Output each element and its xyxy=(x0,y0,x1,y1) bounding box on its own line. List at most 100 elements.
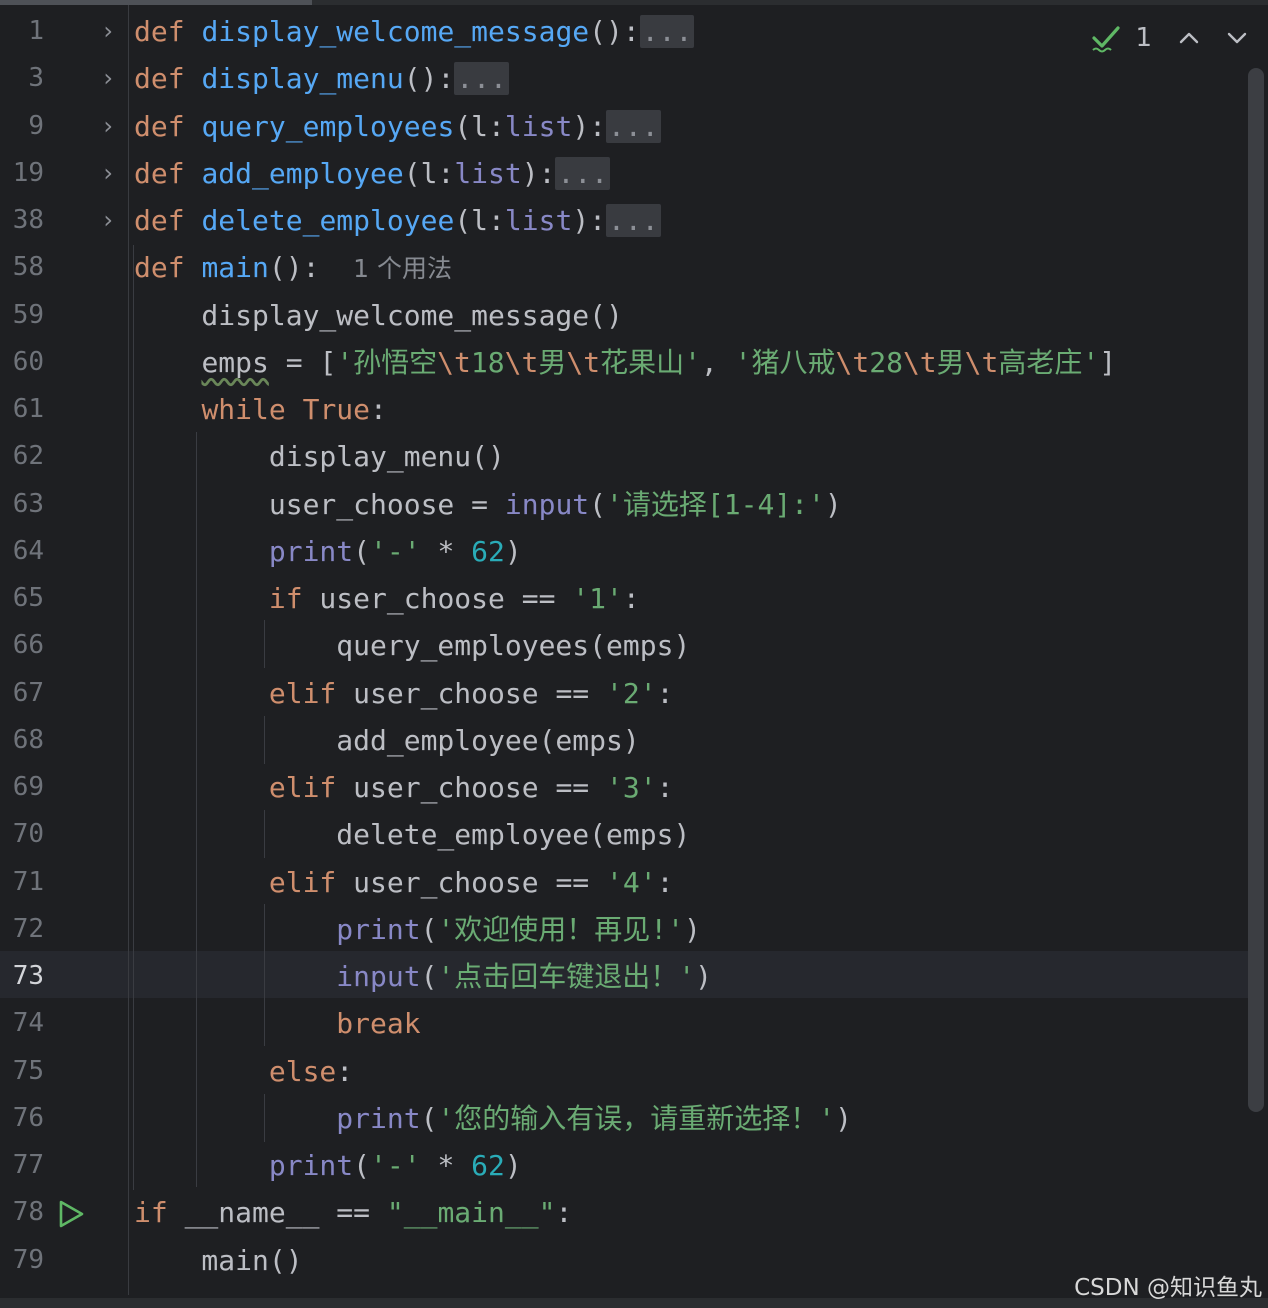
code-text[interactable]: add_employee(emps) xyxy=(134,717,639,764)
chevron-up-icon[interactable] xyxy=(1176,25,1202,51)
line-number[interactable]: 76 xyxy=(0,1095,44,1142)
code-line[interactable]: 67 elif user_choose == '2': xyxy=(0,670,1248,717)
fold-chevron-icon[interactable]: › xyxy=(96,103,120,150)
run-icon[interactable] xyxy=(56,1199,86,1229)
folded-code-placeholder[interactable]: ... xyxy=(555,156,611,190)
line-number[interactable]: 63 xyxy=(0,481,44,528)
code-line[interactable]: 72 print('欢迎使用！再见!') xyxy=(0,906,1248,953)
code-text[interactable]: user_choose = input('请选择[1-4]:') xyxy=(134,481,842,528)
code-text[interactable]: main() xyxy=(134,1237,302,1284)
code-text[interactable]: def main(): 1 个用法 xyxy=(134,244,452,292)
line-number[interactable]: 70 xyxy=(0,811,44,858)
line-number[interactable]: 66 xyxy=(0,622,44,669)
code-text[interactable]: display_welcome_message() xyxy=(134,292,622,339)
code-line[interactable]: 38 › def delete_employee(l:list):... xyxy=(0,197,1248,244)
line-number[interactable]: 62 xyxy=(0,433,44,480)
inspection-widget[interactable]: 1 xyxy=(1091,18,1250,58)
code-text[interactable]: print('您的输入有误，请重新选择！') xyxy=(134,1095,852,1142)
code-line[interactable]: 59 display_welcome_message() xyxy=(0,292,1248,339)
code-text[interactable]: else: xyxy=(134,1048,353,1095)
code-line[interactable]: 74 break xyxy=(0,1000,1248,1047)
check-icon[interactable] xyxy=(1091,23,1121,53)
code-text[interactable]: print('-' * 62) xyxy=(134,528,522,575)
line-number[interactable]: 3 xyxy=(0,55,44,102)
code-text[interactable]: input('点击回车键退出！') xyxy=(134,953,712,1000)
line-number[interactable]: 68 xyxy=(0,717,44,764)
code-text[interactable]: print('欢迎使用！再见!') xyxy=(134,906,701,953)
line-number[interactable]: 9 xyxy=(0,103,44,150)
code-line[interactable]: 77 print('-' * 62) xyxy=(0,1142,1248,1189)
line-number[interactable]: 79 xyxy=(0,1237,44,1284)
folded-code-placeholder[interactable]: ... xyxy=(606,204,661,237)
folded-code-placeholder[interactable]: ... xyxy=(454,62,509,96)
code-line[interactable]: 73 input('点击回车键退出！') xyxy=(0,953,1248,1000)
code-text[interactable]: query_employees(emps) xyxy=(134,622,690,669)
code-line[interactable]: 1 › def display_welcome_message():... xyxy=(0,8,1248,55)
code-line[interactable]: 70 delete_employee(emps) xyxy=(0,811,1248,858)
code-lines[interactable]: 1 › def display_welcome_message():... 3 › def… xyxy=(0,8,1248,1284)
code-text[interactable]: if user_choose == '1': xyxy=(134,575,640,622)
line-number[interactable]: 77 xyxy=(0,1142,44,1189)
scrollbar-thumb[interactable] xyxy=(0,0,312,5)
chevron-down-icon[interactable] xyxy=(1224,25,1250,51)
line-number[interactable]: 73 xyxy=(0,953,44,1000)
code-line[interactable]: 63 user_choose = input('请选择[1-4]:') xyxy=(0,481,1248,528)
code-line[interactable]: 66 query_employees(emps) xyxy=(0,622,1248,669)
code-text[interactable]: elif user_choose == '4': xyxy=(134,859,674,906)
line-number[interactable]: 69 xyxy=(0,764,44,811)
code-line[interactable]: 71 elif user_choose == '4': xyxy=(0,859,1248,906)
line-number[interactable]: 19 xyxy=(0,150,44,197)
code-text[interactable]: elif user_choose == '3': xyxy=(134,764,674,811)
line-number[interactable]: 59 xyxy=(0,292,44,339)
vertical-scrollbar-thumb[interactable] xyxy=(1248,68,1264,1112)
code-line[interactable]: 79 main() xyxy=(0,1237,1248,1284)
code-line[interactable]: 3 › def display_menu():... xyxy=(0,55,1248,102)
code-text[interactable]: print('-' * 62) xyxy=(134,1142,522,1189)
code-text[interactable]: def query_employees(l:list):... xyxy=(134,103,661,150)
line-number[interactable]: 78 xyxy=(0,1189,44,1236)
code-line[interactable]: 61 while True: xyxy=(0,386,1248,433)
usage-hint[interactable]: 1 个用法 xyxy=(353,254,452,283)
line-number[interactable]: 74 xyxy=(0,1000,44,1047)
line-number[interactable]: 60 xyxy=(0,339,44,386)
code-text[interactable]: break xyxy=(134,1000,420,1047)
code-line[interactable]: 65 if user_choose == '1': xyxy=(0,575,1248,622)
code-line[interactable]: 69 elif user_choose == '3': xyxy=(0,764,1248,811)
code-text[interactable]: def display_menu():... xyxy=(134,55,509,102)
code-line[interactable]: 68 add_employee(emps) xyxy=(0,717,1248,764)
code-text[interactable]: elif user_choose == '2': xyxy=(134,670,674,717)
horizontal-scrollbar[interactable] xyxy=(0,0,1268,5)
code-editor[interactable]: 1 › def display_welcome_message():... 3 › def… xyxy=(0,0,1268,1308)
line-number[interactable]: 64 xyxy=(0,528,44,575)
folded-code-placeholder[interactable]: ... xyxy=(606,109,661,143)
line-number[interactable]: 61 xyxy=(0,386,44,433)
code-line[interactable]: 9 › def query_employees(l:list):... xyxy=(0,103,1248,150)
code-line[interactable]: 76 print('您的输入有误，请重新选择！') xyxy=(0,1095,1248,1142)
code-line[interactable]: 58 def main(): 1 个用法 xyxy=(0,244,1248,291)
code-text[interactable]: def delete_employee(l:list):... xyxy=(134,197,661,244)
code-line[interactable]: 75 else: xyxy=(0,1048,1248,1095)
line-number[interactable]: 75 xyxy=(0,1048,44,1095)
fold-chevron-icon[interactable]: › xyxy=(96,55,120,102)
code-text[interactable]: while True: xyxy=(134,386,386,433)
code-text[interactable]: delete_employee(emps) xyxy=(134,811,690,858)
code-text[interactable]: def add_employee(l:list):... xyxy=(134,150,611,197)
line-number[interactable]: 71 xyxy=(0,859,44,906)
fold-chevron-icon[interactable]: › xyxy=(96,197,120,244)
line-number[interactable]: 72 xyxy=(0,906,44,953)
line-number[interactable]: 38 xyxy=(0,197,44,244)
line-number[interactable]: 67 xyxy=(0,670,44,717)
folded-code-placeholder[interactable]: ... xyxy=(639,15,695,48)
code-text[interactable]: display_menu() xyxy=(134,433,505,480)
code-text[interactable]: if __name__ == "__main__": xyxy=(134,1189,572,1236)
code-line[interactable]: 62 display_menu() xyxy=(0,433,1248,480)
line-number[interactable]: 58 xyxy=(0,244,44,291)
code-text[interactable]: emps = ['孙悟空\t18\t男\t花果山', '猪八戒\t28\t男\t… xyxy=(134,339,1116,386)
inspection-count[interactable]: 1 xyxy=(1135,23,1152,53)
code-line[interactable]: 78 if __name__ == "__main__": xyxy=(0,1189,1248,1236)
line-number[interactable]: 65 xyxy=(0,575,44,622)
code-text[interactable]: def display_welcome_message():... xyxy=(134,8,695,55)
fold-chevron-icon[interactable]: › xyxy=(96,150,120,197)
code-line[interactable]: 64 print('-' * 62) xyxy=(0,528,1248,575)
fold-chevron-icon[interactable]: › xyxy=(96,8,120,55)
